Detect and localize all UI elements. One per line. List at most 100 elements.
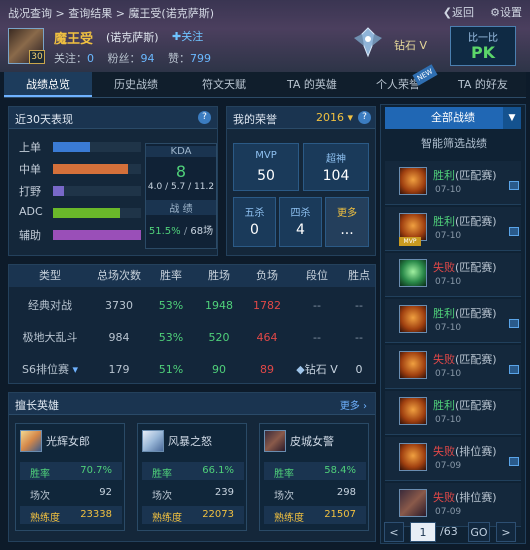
hero-avatar xyxy=(142,430,164,452)
position-label-jungle: 打野 xyxy=(19,185,41,198)
champion-icon xyxy=(399,167,427,195)
table-row: 极地大乱斗 984 53% 520 464 -- -- xyxy=(22,331,363,344)
hero-card-lux[interactable]: 光辉女郎 胜率 70.7% 场次 92 熟练度 23338 xyxy=(15,423,125,531)
match-item[interactable]: 胜利(匹配赛) 07-10 xyxy=(385,391,521,435)
hero-card-janna[interactable]: 风暴之怒 胜率 66.1% 场次 239 熟练度 22073 xyxy=(137,423,247,531)
match-item[interactable]: 胜利(匹配赛) 07-10 xyxy=(385,299,521,343)
breadcrumb: 战况查询 > 查询结果 > 魔王受(诺克萨斯) xyxy=(8,5,214,21)
champion-icon xyxy=(399,397,427,425)
go-button[interactable]: GO xyxy=(468,522,490,542)
chevron-down-icon[interactable]: ▾ xyxy=(69,363,78,376)
tab-heroes[interactable]: TA 的英雄 xyxy=(268,72,356,97)
tab-friends[interactable]: TA 的好友 xyxy=(440,72,526,97)
match-item[interactable]: 胜利(匹配赛) 07-10 xyxy=(385,161,521,205)
gear-icon: ⚙ xyxy=(490,6,500,19)
honor-panel: 我的荣誉 2016 ▾ ? MVP 50 超神 104 五杀 0 四杀 4 更多... xyxy=(226,106,376,256)
breadcrumb-separator: > xyxy=(115,7,129,20)
breadcrumb-item-query[interactable]: 战况查询 xyxy=(8,7,52,20)
position-bar-top xyxy=(53,142,141,152)
champion-icon xyxy=(399,305,427,333)
screenshot-icon[interactable] xyxy=(509,365,519,374)
page-number-input[interactable]: 1 xyxy=(410,522,436,542)
screenshot-icon[interactable] xyxy=(509,319,519,328)
breadcrumb-item-results[interactable]: 查询结果 xyxy=(68,7,112,20)
mvp-badge: MVP xyxy=(399,237,421,246)
battle-list-panel: 全部战绩 ▼ 智能筛选战绩 胜利(匹配赛) 07-10 MVP 胜利(匹配赛) … xyxy=(380,104,526,544)
smart-filter-link[interactable]: 智能筛选战绩 xyxy=(381,135,527,151)
settings-button[interactable]: ⚙设置 xyxy=(490,4,522,20)
page-total: /63 xyxy=(440,525,458,538)
godlike-stat: 超神 104 xyxy=(303,143,369,191)
kda-box: KDA 8 4.0 / 5.7 / 11.2 战 绩 51.5% / 68场 xyxy=(145,143,217,249)
screenshot-icon[interactable] xyxy=(509,181,519,190)
kda-label: KDA xyxy=(146,146,216,157)
position-label-support: 辅助 xyxy=(19,229,41,242)
game-mode-table: 类型 总场次数 胜率 胜场 负场 段位 胜点 经典对战 3730 53% 194… xyxy=(8,264,376,384)
pagination: < 1 /63 GO > xyxy=(380,522,526,544)
chevron-down-icon[interactable]: ▼ xyxy=(503,107,521,129)
screenshot-icon[interactable] xyxy=(509,457,519,466)
tab-history[interactable]: 历史战绩 xyxy=(92,72,180,97)
recent-performance-panel: 近30天表现 ? 上单 中单 打野 ADC 辅助 KDA 8 4.0 / 5.7… xyxy=(8,106,218,256)
diamond-rank-icon xyxy=(354,27,382,58)
table-row[interactable]: S6排位赛 ▾ 179 51% 90 89 ◆钻石 V 0 xyxy=(9,359,375,381)
screenshot-icon[interactable] xyxy=(509,227,519,236)
match-item[interactable]: 失败(匹配赛) 07-10 xyxy=(385,253,521,297)
rank-label: 钻石 V xyxy=(394,39,428,52)
position-bar-mid xyxy=(53,164,141,174)
match-item[interactable]: 失败(排位赛) 07-09 xyxy=(385,483,521,527)
quadra-kill-stat: 四杀 4 xyxy=(279,197,322,247)
more-honors-button[interactable]: 更多... xyxy=(325,197,369,247)
kda-value: 8 xyxy=(175,162,187,181)
record-label: 战 绩 xyxy=(146,200,216,215)
tab-overview[interactable]: 战绩总览 xyxy=(4,72,92,97)
breadcrumb-item-player: 魔王受(诺克萨斯) xyxy=(128,7,215,20)
recent-title: 近30天表现 xyxy=(15,113,73,126)
champion-icon xyxy=(399,351,427,379)
likes-count: 799 xyxy=(190,52,211,65)
match-item[interactable]: 失败(排位赛) 07-09 xyxy=(385,437,521,481)
prev-page-button[interactable]: < xyxy=(384,522,404,542)
pk-button[interactable]: 比一比 PK xyxy=(450,26,516,66)
player-name: 魔王受 xyxy=(54,32,94,47)
follow-button[interactable]: ✚关注 xyxy=(172,28,203,44)
fans-count: 94 xyxy=(140,52,155,65)
position-label-top: 上单 xyxy=(19,141,41,154)
recent-winrate: 51.5% xyxy=(148,226,181,237)
hero-card-caitlyn[interactable]: 皮城女警 胜率 58.4% 场次 298 熟练度 21507 xyxy=(259,423,369,531)
chevron-down-icon: ▾ xyxy=(343,111,353,124)
level-badge: 30 xyxy=(29,50,45,64)
breadcrumb-separator: > xyxy=(55,7,69,20)
help-icon[interactable]: ? xyxy=(358,111,371,124)
year-select[interactable]: 2016 ▾ xyxy=(316,111,353,124)
recent-games: 68场 xyxy=(190,226,214,237)
match-item[interactable]: MVP 胜利(匹配赛) 07-10 xyxy=(385,207,521,251)
chevron-right-icon: › xyxy=(359,401,367,412)
player-server: (诺克萨斯) xyxy=(106,31,159,44)
back-button[interactable]: ❮返回 xyxy=(443,4,474,20)
position-bar-support xyxy=(53,230,141,240)
next-page-button[interactable]: > xyxy=(496,522,516,542)
tab-runes[interactable]: 符文天赋 xyxy=(180,72,268,97)
position-label-mid: 中单 xyxy=(19,163,41,176)
pk-label: PK xyxy=(470,43,496,62)
mvp-stat: MVP 50 xyxy=(233,143,299,191)
position-label-adc: ADC xyxy=(19,205,43,218)
penta-kill-stat: 五杀 0 xyxy=(233,197,276,247)
diamond-rank-icon: ◆ xyxy=(296,363,305,376)
champion-icon xyxy=(399,259,427,287)
more-heroes-link[interactable]: 更多 › xyxy=(340,397,367,412)
hero-avatar xyxy=(20,430,42,452)
match-item[interactable]: 失败(匹配赛) 07-10 xyxy=(385,345,521,389)
champion-icon xyxy=(399,443,427,471)
social-stats: 关注：0 粉丝：94 赞：799 xyxy=(54,52,211,65)
position-bar-adc xyxy=(53,208,141,218)
honor-title: 我的荣誉 xyxy=(233,113,277,126)
table-row: 经典对战 3730 53% 1948 1782 -- -- xyxy=(28,299,363,312)
main-tabs: 战绩总览 历史战绩 符文天赋 TA 的英雄 个人荣誉 TA 的好友 xyxy=(4,72,526,98)
position-bar-jungle xyxy=(53,186,141,196)
heroes-title: 擅长英雄 xyxy=(15,399,59,412)
hero-avatar xyxy=(264,430,286,452)
all-battles-dropdown[interactable]: 全部战绩 xyxy=(385,107,521,129)
help-icon[interactable]: ? xyxy=(198,111,211,124)
